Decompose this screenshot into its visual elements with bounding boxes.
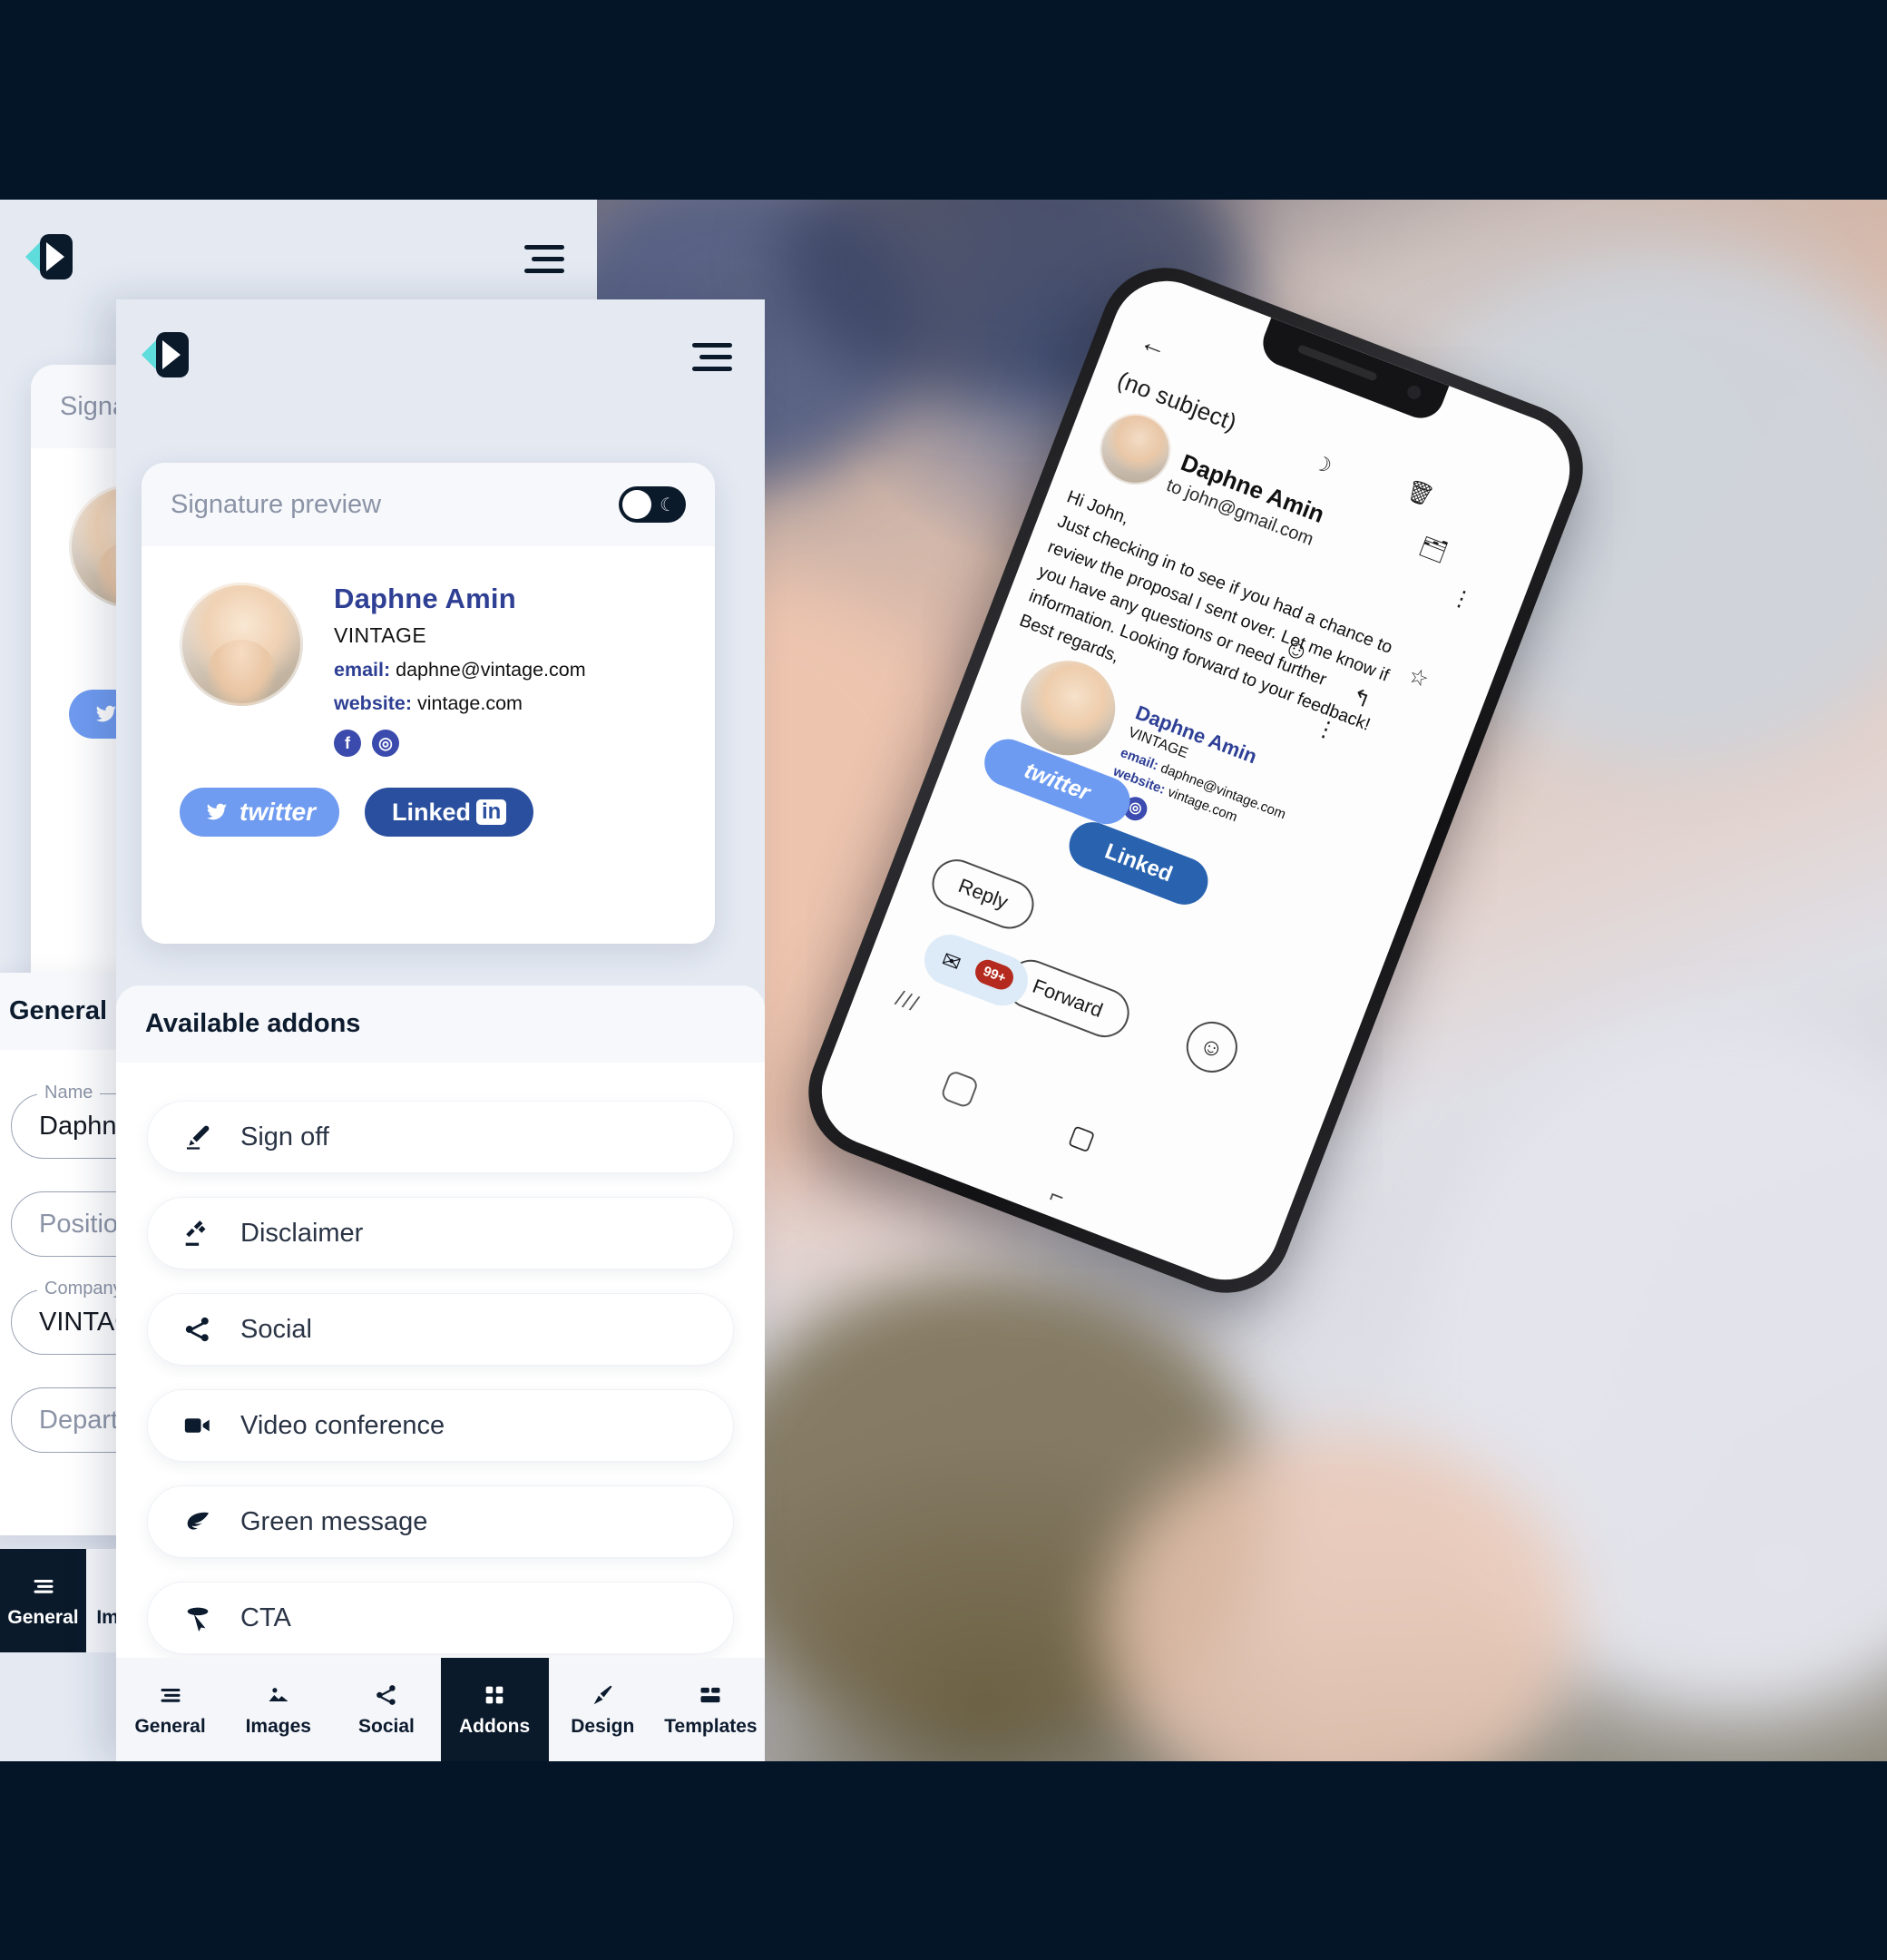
dark-mode-toggle[interactable]: ☾ <box>619 486 686 523</box>
addon-label: Sign off <box>240 1122 329 1152</box>
tab-general[interactable]: General <box>0 1549 86 1652</box>
toggle-knob <box>622 490 651 519</box>
moon-icon: ☽ <box>1310 450 1335 478</box>
back-arrow-icon[interactable]: ← <box>1136 326 1172 364</box>
tab-general-label: General <box>7 1606 79 1628</box>
email-header-icons: 🗑 🗂 ⋮ ☆ ↰ ⋮ ☺ <box>1279 474 1531 745</box>
share-icon <box>376 1684 396 1705</box>
phone-notch <box>1256 317 1450 426</box>
signature-website: website: vintage.com <box>334 692 586 715</box>
name-label: Name <box>37 1083 101 1103</box>
brush-icon <box>593 1685 612 1704</box>
hamburger-menu-icon[interactable] <box>692 343 732 378</box>
tab-general[interactable]: General <box>116 1658 224 1761</box>
addon-green-message[interactable]: Green message <box>147 1485 734 1558</box>
pen-icon <box>186 1125 210 1150</box>
image-icon <box>269 1687 288 1701</box>
addon-cta[interactable]: CTA <box>147 1582 734 1654</box>
card-title: Signature preview <box>171 489 382 519</box>
linkedin-label: Linked <box>392 798 472 826</box>
tabbar: General Images Social Addons Design Temp… <box>116 1658 765 1761</box>
leaf-icon <box>187 1512 210 1530</box>
addons-list: Sign off Disclaimer Social Video confere… <box>116 1063 765 1654</box>
linkedin-label: Linked <box>1101 838 1177 887</box>
smiley-icon[interactable]: ☺ <box>1178 1014 1246 1081</box>
tab-templates[interactable]: Templates <box>657 1658 765 1761</box>
system-back-button[interactable]: ⌐ <box>1046 1181 1069 1211</box>
instagram-icon[interactable]: ◎ <box>372 730 399 757</box>
addon-social[interactable]: Social <box>147 1293 734 1366</box>
tab-design[interactable]: Design <box>549 1658 657 1761</box>
email-label: email: <box>334 659 391 681</box>
addon-label: Social <box>240 1314 312 1344</box>
more-vertical-icon[interactable]: ⋮ <box>1447 583 1477 615</box>
unread-count: 99+ <box>972 956 1018 994</box>
addon-sign-off[interactable]: Sign off <box>147 1101 734 1173</box>
tab-addons-label: Addons <box>459 1715 531 1737</box>
website-value: vintage.com <box>417 692 523 714</box>
logo-mark-icon <box>156 332 189 377</box>
addon-video-conference[interactable]: Video conference <box>147 1389 734 1462</box>
twitter-button[interactable]: twitter <box>180 788 339 837</box>
tab-design-label: Design <box>571 1715 635 1737</box>
signature-name: Daphne Amin <box>334 583 516 614</box>
tab-images-label: Images <box>245 1715 311 1737</box>
screenshot-root: ← (no subject) ☽ 🗑 🗂 ⋮ ☆ ↰ ⋮ ☺ Daphne Am… <box>0 0 1887 1960</box>
addon-label: Video conference <box>240 1410 445 1440</box>
tab-addons[interactable]: Addons <box>440 1658 549 1761</box>
email-value: daphne@vintage.com <box>396 659 586 681</box>
background-photo: ← (no subject) ☽ 🗑 🗂 ⋮ ☆ ↰ ⋮ ☺ Daphne Am… <box>597 200 1887 1761</box>
tab-social-label: Social <box>357 1715 415 1737</box>
lines-icon <box>34 1579 53 1593</box>
signature-company: VINTAGE <box>334 623 427 647</box>
logo-mark-icon <box>40 234 73 279</box>
archive-icon[interactable]: 🗂 <box>1415 532 1451 566</box>
card-header: Signature preview ☾ <box>142 463 715 546</box>
addons-title: Available addons <box>145 1009 361 1038</box>
signature-email: email: daphne@vintage.com <box>334 659 586 681</box>
twitter-bird-icon <box>207 803 227 820</box>
addon-label: Disclaimer <box>240 1218 364 1248</box>
facebook-icon[interactable]: f <box>334 730 361 757</box>
tab-images[interactable]: Images <box>224 1658 332 1761</box>
lines-icon <box>161 1688 181 1702</box>
website-label: website: <box>334 692 413 714</box>
app-panel-front: Signature preview ☾ Daphne Amin VINTAGE … <box>116 299 765 1761</box>
linkedin-in-badge: in <box>476 799 507 825</box>
moon-icon: ☾ <box>660 495 676 515</box>
addons-card: Available addons Sign off Disclaimer Soc… <box>116 985 765 1761</box>
tab-general-label: General <box>134 1715 206 1737</box>
linkedin-button[interactable]: Linked <box>1062 815 1216 912</box>
twitter-label: twitter <box>240 798 316 826</box>
tab-templates-label: Templates <box>664 1715 758 1737</box>
signature-app-logo[interactable] <box>25 234 73 279</box>
addon-label: CTA <box>240 1602 291 1632</box>
content-band: ← (no subject) ☽ 🗑 🗂 ⋮ ☆ ↰ ⋮ ☺ Daphne Am… <box>0 200 1887 1761</box>
addon-label: Green message <box>240 1506 428 1536</box>
phone-screen: ← (no subject) ☽ 🗑 🗂 ⋮ ☆ ↰ ⋮ ☺ Daphne Am… <box>806 265 1586 1296</box>
page-title: General <box>9 996 107 1025</box>
linkedin-button[interactable]: Linked in <box>365 788 534 837</box>
hamburger-menu-icon[interactable] <box>524 245 564 280</box>
trash-icon[interactable]: 🗑 <box>1402 476 1437 511</box>
avatar <box>180 583 303 706</box>
home-button[interactable] <box>939 1069 980 1110</box>
signature-app-logo[interactable] <box>142 332 189 377</box>
recents-button[interactable]: ▢ <box>1064 1118 1100 1157</box>
gavel-icon <box>185 1220 206 1246</box>
signature-body: Daphne Amin VINTAGE email: daphne@vintag… <box>142 546 715 877</box>
sender-avatar <box>1090 403 1181 495</box>
reply-button[interactable]: Reply <box>924 852 1041 936</box>
mail-badge[interactable]: ✉ 99+ <box>916 926 1036 1014</box>
addons-header: Available addons <box>116 985 765 1063</box>
share-icon <box>185 1317 209 1342</box>
addon-disclaimer[interactable]: Disclaimer <box>147 1197 734 1269</box>
grid-icon <box>485 1686 504 1703</box>
templates-icon <box>700 1687 720 1702</box>
signature-preview-card: Signature preview ☾ Daphne Amin VINTAGE … <box>142 463 715 944</box>
cursor-click-icon <box>187 1607 209 1632</box>
tab-social[interactable]: Social <box>332 1658 440 1761</box>
video-camera-icon <box>184 1418 210 1433</box>
envelope-icon: ✉ <box>938 946 964 977</box>
